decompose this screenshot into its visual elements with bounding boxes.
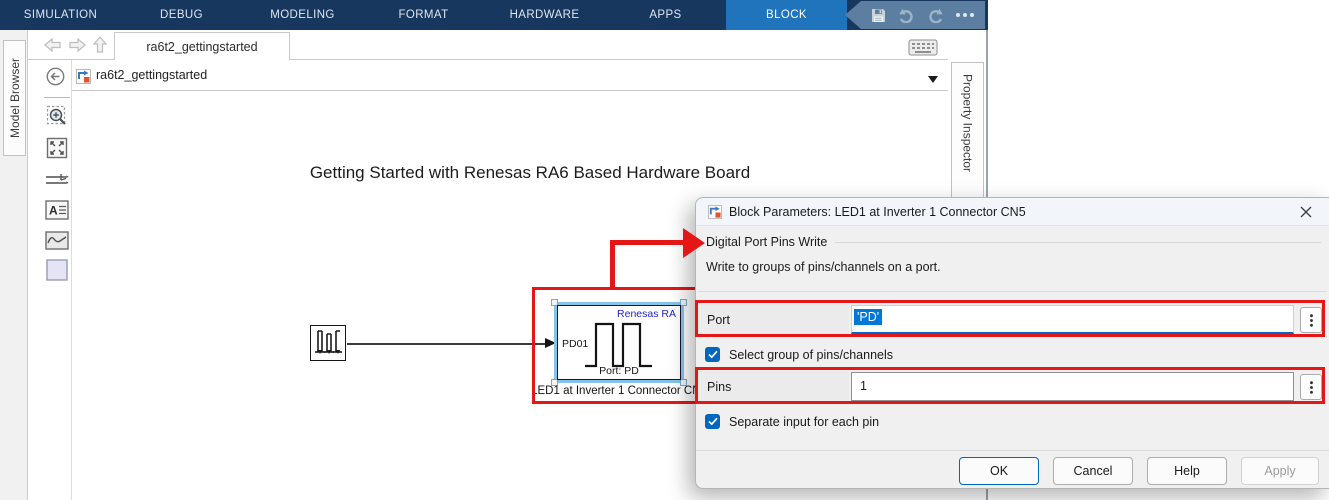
ribbon-tab-block[interactable]: BLOCK [726,0,847,30]
ribbon-tab-debug[interactable]: DEBUG [121,0,242,30]
model-browser-strip: Model Browser [0,30,28,500]
quick-access-toolbar [845,1,985,29]
checkmark-icon [708,350,718,359]
close-icon[interactable] [1297,203,1315,221]
redo-icon[interactable] [926,7,945,23]
ribbon-tab-apps[interactable]: APPS [605,0,726,30]
model-browser-tab-label: Model Browser [8,58,22,138]
ribbon-tab-hardware[interactable]: HARDWARE [484,0,605,30]
red-highlight-block [532,287,716,404]
ribbon-bar: SIMULATION DEBUG MODELING FORMAT HARDWAR… [0,0,988,30]
select-group-checkbox-row: Select group of pins/channels [705,347,893,362]
fit-to-view-icon[interactable] [45,136,69,160]
red-arrow-annotation [610,243,615,290]
block-parameters-dialog: Block Parameters: LED1 at Inverter 1 Con… [695,197,1329,489]
select-group-checkbox-label[interactable]: Select group of pins/channels [729,348,893,362]
red-highlight-pins-row [695,367,1325,404]
separate-input-checkbox-row: Separate input for each pin [705,414,879,429]
dialog-footer-separator [696,450,1329,451]
select-group-checkbox[interactable] [705,347,720,362]
ribbon-tabs: SIMULATION DEBUG MODELING FORMAT HARDWAR… [0,0,847,30]
breadcrumb-dropdown-icon[interactable] [928,76,938,83]
ok-button[interactable]: OK [959,457,1039,485]
pulse-source-block[interactable] [310,325,346,361]
toolbar-border [71,60,72,500]
simulink-model-icon [708,205,722,222]
scope-viewer-icon[interactable] [45,228,69,252]
cancel-button[interactable]: Cancel [1053,457,1133,485]
keyboard-icon[interactable] [908,39,938,61]
navigate-back-icon[interactable] [44,38,62,57]
area-box-icon[interactable] [45,258,69,282]
more-options-icon[interactable] [955,12,975,18]
toolbar-divider [44,97,70,98]
signal-wire[interactable] [347,343,545,345]
model-annotation-title: Getting Started with Renesas RA6 Based H… [250,163,810,183]
help-button[interactable]: Help [1147,457,1227,485]
ribbon-tab-modeling[interactable]: MODELING [242,0,363,30]
dialog-title: Block Parameters: LED1 at Inverter 1 Con… [729,198,1026,226]
property-inspector-tab[interactable]: Property Inspector [951,62,984,208]
apply-button: Apply [1241,457,1319,485]
dialog-block-type-heading: Digital Port Pins Write [706,235,1321,249]
simulink-window: SIMULATION DEBUG MODELING FORMAT HARDWAR… [0,0,1329,500]
undo-icon[interactable] [897,7,916,23]
breadcrumb-back-icon[interactable] [46,67,65,91]
model-browser-tab[interactable]: Model Browser [3,40,26,156]
svg-text:A: A [49,204,58,218]
dialog-separator [698,291,1327,292]
ribbon-tab-format[interactable]: FORMAT [363,0,484,30]
checkmark-icon [708,417,718,426]
separate-input-checkbox[interactable] [705,414,720,429]
zoom-region-icon[interactable] [45,104,69,128]
dialog-heading-text: Digital Port Pins Write [706,235,827,249]
navigate-up-icon[interactable] [93,36,107,59]
red-arrow-annotation [610,240,683,245]
separate-input-checkbox-label[interactable]: Separate input for each pin [729,415,879,429]
signal-routing-icon[interactable] [45,168,69,192]
navigate-forward-icon[interactable] [68,38,86,57]
red-highlight-port-row [695,300,1325,337]
dialog-description: Write to groups of pins/channels on a po… [706,260,941,274]
pulse-train-icon [311,326,343,358]
annotation-icon[interactable]: A [45,198,69,222]
simulink-model-icon [76,69,91,89]
ribbon-tab-simulation[interactable]: SIMULATION [0,0,121,30]
breadcrumb-model-name[interactable]: ra6t2_gettingstarted [96,68,207,82]
property-inspector-tab-label: Property Inspector [961,74,975,172]
document-tab[interactable]: ra6t2_gettingstarted [114,32,290,60]
save-icon[interactable] [870,7,887,24]
red-arrow-head [683,228,705,258]
